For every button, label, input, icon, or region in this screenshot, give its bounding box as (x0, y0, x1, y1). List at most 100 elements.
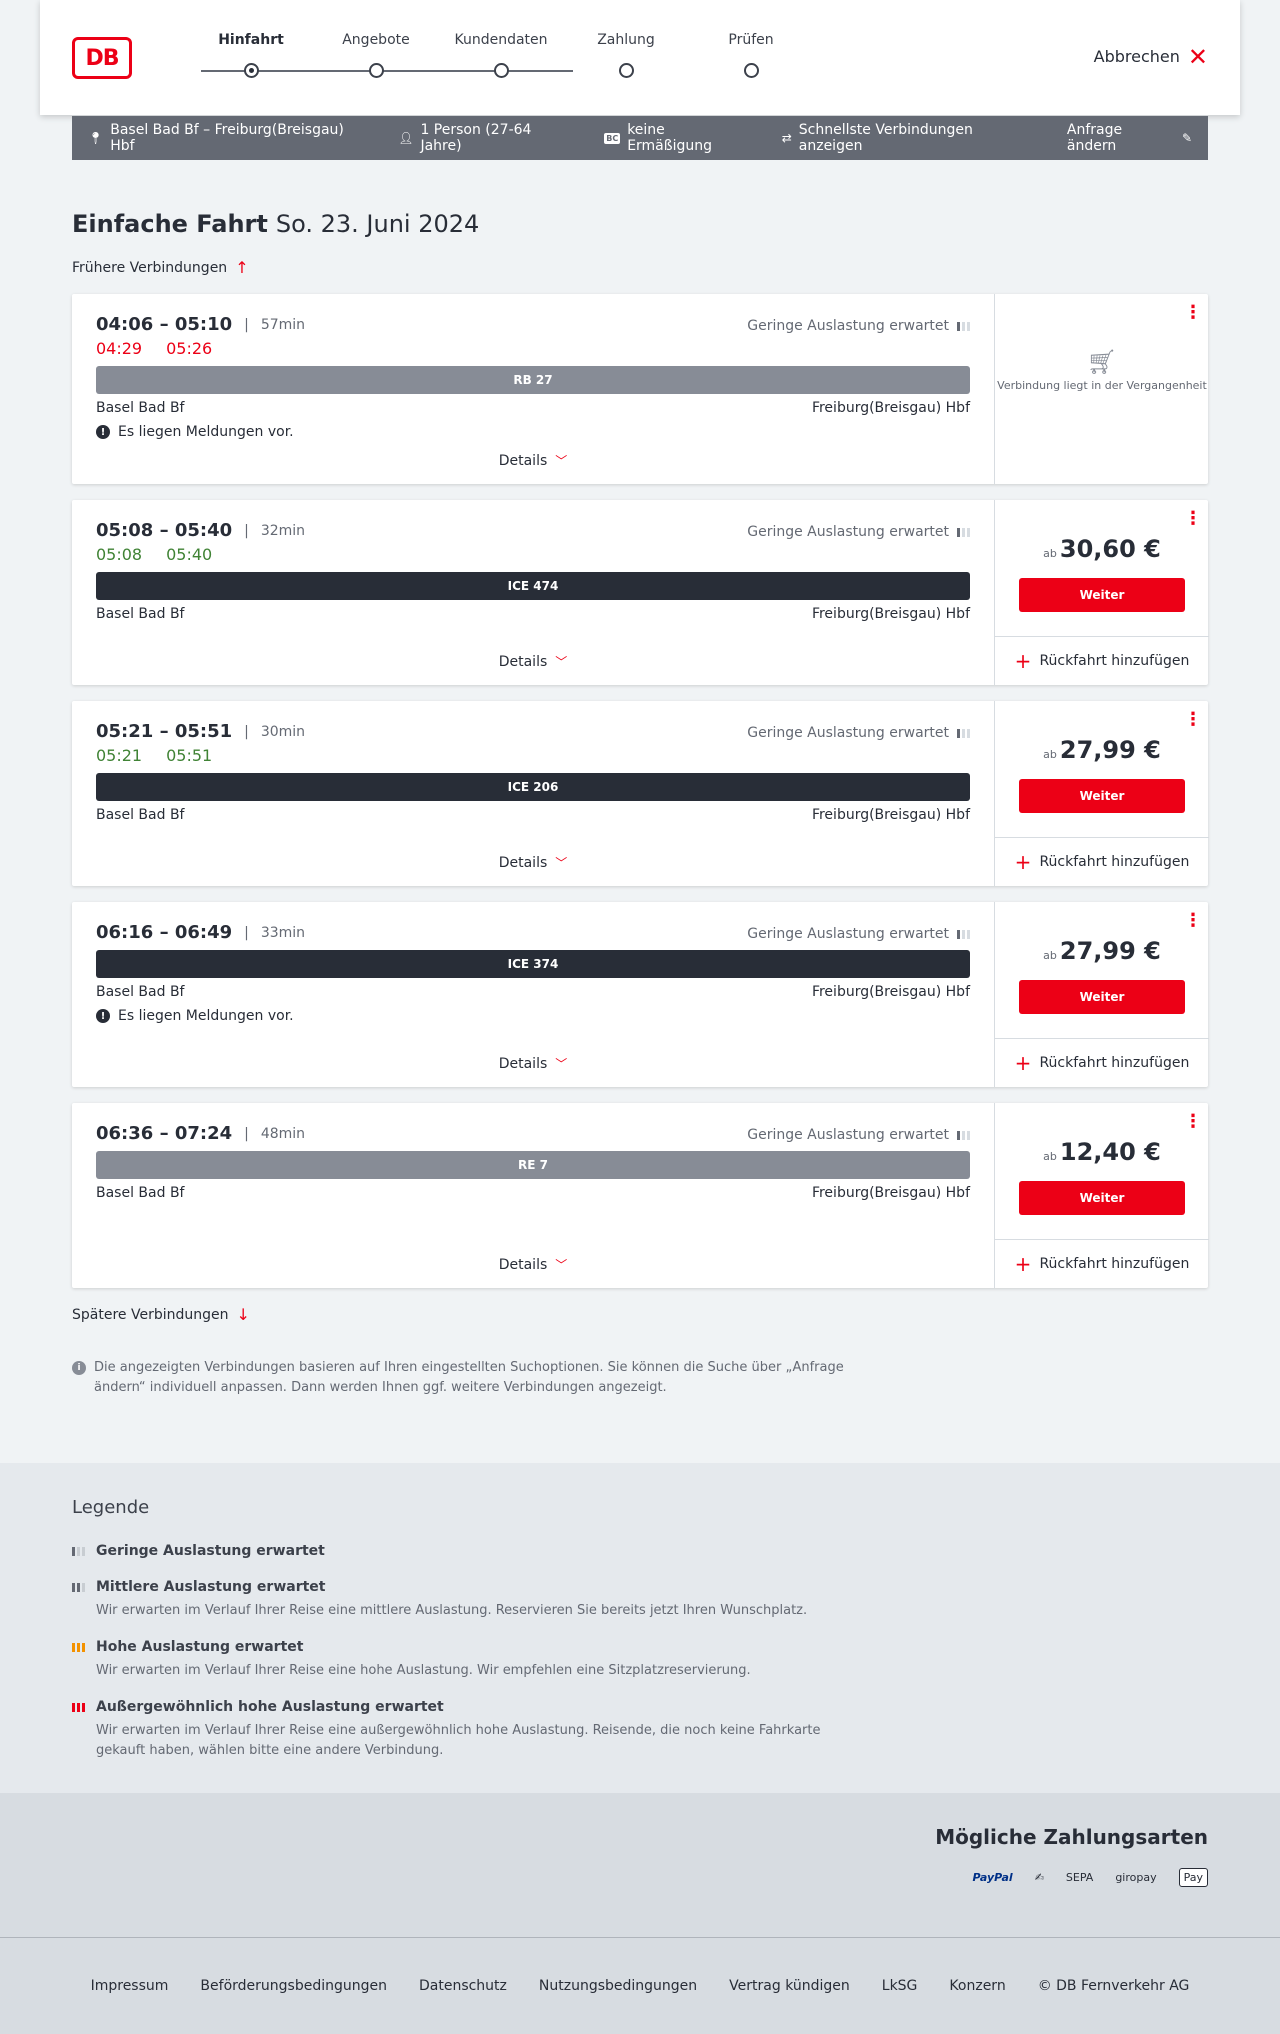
connection-card: 06:16 – 06:49 | 33min Geringe Auslastung e… (72, 902, 1209, 1087)
stations: Basel Bad Bf Freiburg(Breisgau) Hbf (96, 400, 970, 416)
connection-times: 05:08 – 05:40 | 32min (96, 520, 306, 541)
sepa-icon: SEPA (1065, 1871, 1094, 1884)
plus-icon: + (1014, 648, 1032, 673)
progress-stepper: Hinfahrt Angebote Kundendaten Zahlung Pr… (181, 32, 774, 82)
load-high-icon (72, 1642, 86, 1652)
load-indicator: Geringe Auslastung erwartet (747, 524, 970, 540)
more-options-icon[interactable]: ⋮ (1184, 912, 1202, 930)
details-toggle[interactable]: Details ﹀ (72, 1256, 994, 1273)
continue-button[interactable]: Weiter (1019, 980, 1185, 1014)
footer-link-nutzungsbedingungen[interactable]: Nutzungsbedingungen (539, 1978, 697, 1994)
notice: ! Es liegen Meldungen vor. (96, 424, 294, 440)
load-low-icon (957, 321, 970, 331)
more-options-icon[interactable]: ⋮ (1184, 304, 1202, 322)
price-panel: ⋮ ab 12,40 € Weiter + Rückfahrt hinzufügen (994, 1103, 1209, 1288)
stations: Basel Bad Bf Freiburg(Breisgau) Hbf (96, 807, 970, 823)
header: DB Hinfahrt Angebote Kundendaten Zahlung… (40, 0, 1240, 115)
connection-details: 06:36 – 07:24 | 48min Geringe Auslastung e… (72, 1103, 994, 1288)
apple-pay-icon: Pay (1178, 1868, 1208, 1887)
search-hint: i Die angezeigten Verbindungen basieren a… (72, 1358, 852, 1398)
location-pin-icon: 📍︎ (88, 131, 104, 145)
step-dot (744, 63, 759, 78)
step-zahlung: Zahlung (576, 32, 676, 78)
payment-icons: PayPal ✍︎ SEPA giropay Pay (973, 1868, 1208, 1887)
cancel-button[interactable]: Abbrechen ✕ (1094, 45, 1208, 69)
train-bar[interactable]: ICE 206 (96, 773, 970, 801)
db-logo[interactable]: DB (72, 37, 132, 79)
details-toggle[interactable]: Details ﹀ (72, 854, 994, 871)
more-options-icon[interactable]: ⋮ (1184, 1113, 1202, 1131)
chevron-down-icon: ﹀ (555, 1258, 568, 1272)
realtime-times: 05:21 05:51 (96, 746, 213, 765)
add-return-trip-button[interactable]: + Rückfahrt hinzufügen (995, 1038, 1209, 1086)
fastest-info: ⇄ Schnellste Verbindungen anzeigen (781, 122, 973, 154)
load-indicator: Geringe Auslastung erwartet (747, 1127, 970, 1143)
earlier-connections-link[interactable]: Frühere Verbindungen ↑ (72, 258, 249, 277)
step-angebote: Angebote (326, 32, 426, 78)
plus-icon: + (1014, 849, 1032, 874)
details-toggle[interactable]: Details ﹀ (72, 653, 994, 670)
add-return-trip-button[interactable]: + Rückfahrt hinzufügen (995, 837, 1209, 885)
later-connections-link[interactable]: Spätere Verbindungen ↓ (72, 1305, 250, 1324)
connection-details: 05:21 – 05:51 | 30min 05:21 05:51 Geringe A… (72, 701, 994, 886)
step-pruefen: Prüfen (701, 32, 801, 78)
chevron-down-icon: ﹀ (555, 856, 568, 870)
chevron-down-icon: ﹀ (555, 655, 568, 669)
load-low-icon (957, 728, 970, 738)
price: ab 30,60 € (1043, 535, 1161, 563)
discount-info: BC keine Ermäßigung (604, 122, 712, 154)
stations: Basel Bad Bf Freiburg(Breisgau) Hbf (96, 606, 970, 622)
add-return-trip-button[interactable]: + Rückfahrt hinzufügen (995, 636, 1209, 684)
train-bar[interactable]: RE 7 (96, 1151, 970, 1179)
footer-link-datenschutz[interactable]: Datenschutz (419, 1978, 507, 1994)
connection-details: 04:06 – 05:10 | 57min 04:29 05:26 Geringe A… (72, 294, 994, 484)
price-panel: ⋮ ab 30,60 € Weiter + Rückfahrt hinzufügen (994, 500, 1209, 685)
footer-link-lksg[interactable]: LkSG (882, 1978, 918, 1994)
change-request-button[interactable]: Anfrage ändern ✎ (1067, 122, 1192, 154)
legend-item-very-high: Außergewöhnlich hohe Auslastung erwartet… (72, 1699, 872, 1761)
footer: Impressum Beförderungsbedingungen Datens… (0, 1938, 1280, 2034)
paypal-icon: PayPal (972, 1871, 1013, 1884)
load-low-icon (72, 1546, 86, 1556)
train-bar[interactable]: ICE 374 (96, 950, 970, 978)
continue-button[interactable]: Weiter (1019, 578, 1185, 612)
price: ab 27,99 € (1043, 937, 1161, 965)
step-dot (369, 63, 384, 78)
plus-icon: + (1014, 1050, 1032, 1075)
load-low-icon (957, 1130, 970, 1140)
bahncard-icon: BC (604, 132, 621, 144)
train-bar[interactable]: RB 27 (96, 366, 970, 394)
plus-icon: + (1014, 1251, 1032, 1276)
continue-button[interactable]: Weiter (1019, 1181, 1185, 1215)
stations: Basel Bad Bf Freiburg(Breisgau) Hbf (96, 984, 970, 1000)
details-toggle[interactable]: Details ﹀ (72, 1055, 994, 1072)
continue-button[interactable]: Weiter (1019, 779, 1185, 813)
price-panel: ⋮ 🛒︎ Verbindung liegt in der Vergangenhei… (994, 294, 1208, 484)
footer-link-vertrag-kuendigen[interactable]: Vertrag kündigen (729, 1978, 850, 1994)
load-indicator: Geringe Auslastung erwartet (747, 725, 970, 741)
persons-info: 👤︎ 1 Person (27-64 Jahre) (398, 122, 532, 154)
legend: Legende Geringe Auslastung erwartet Mitt… (0, 1463, 1280, 1793)
footer-link-konzern[interactable]: Konzern (949, 1978, 1005, 1994)
footer-link-befoerderungsbedingungen[interactable]: Beförderungsbedingungen (200, 1978, 387, 1994)
step-dot (494, 63, 509, 78)
step-hinfahrt: Hinfahrt (201, 32, 301, 78)
exclamation-icon: ! (96, 1009, 110, 1023)
add-return-trip-button[interactable]: + Rückfahrt hinzufügen (995, 1239, 1209, 1287)
step-kundendaten: Kundendaten (451, 32, 551, 78)
price: ab 12,40 € (1043, 1138, 1161, 1166)
more-options-icon[interactable]: ⋮ (1184, 510, 1202, 528)
notice: ! Es liegen Meldungen vor. (96, 1008, 294, 1024)
more-options-icon[interactable]: ⋮ (1184, 711, 1202, 729)
connection-details: 05:08 – 05:40 | 32min 05:08 05:40 Geringe A… (72, 500, 994, 685)
exclamation-icon: ! (96, 425, 110, 439)
details-toggle[interactable]: Details ﹀ (72, 452, 994, 469)
connection-times: 06:16 – 06:49 | 33min (96, 922, 306, 943)
connection-times: 04:06 – 05:10 | 57min (96, 314, 306, 335)
route-info: 📍︎ Basel Bad Bf – Freiburg(Breisgau) Hbf (88, 122, 344, 154)
train-bar[interactable]: ICE 474 (96, 572, 970, 600)
footer-link-impressum[interactable]: Impressum (91, 1978, 169, 1994)
step-dot (619, 63, 634, 78)
connection-times: 06:36 – 07:24 | 48min (96, 1123, 306, 1144)
load-indicator: Geringe Auslastung erwartet (747, 926, 970, 942)
